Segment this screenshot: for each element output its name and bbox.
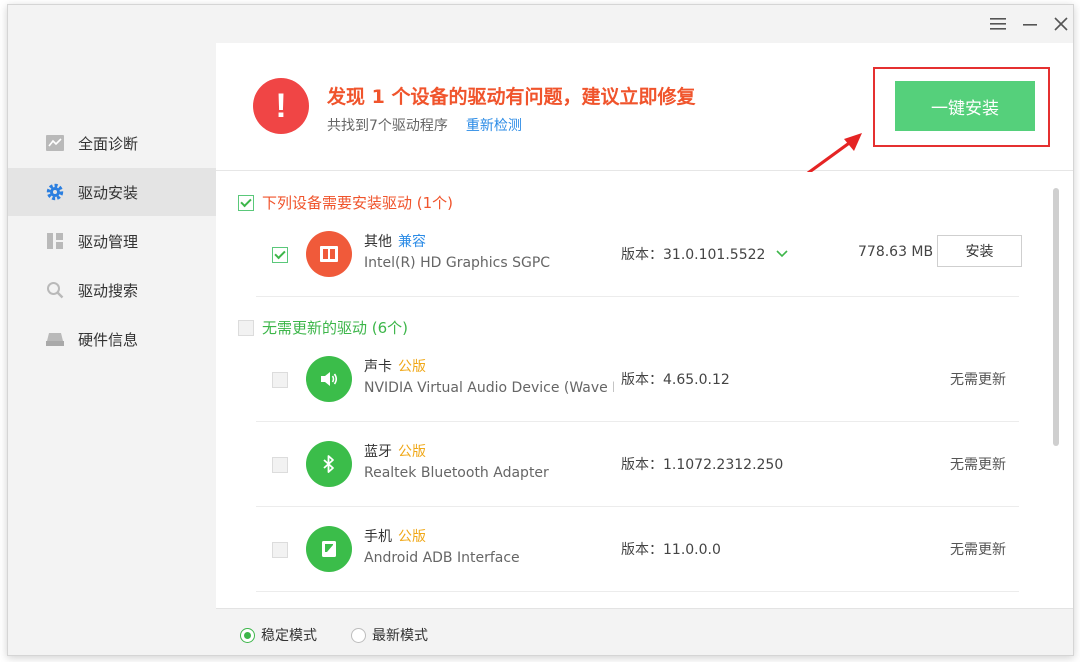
radio-latest[interactable] bbox=[351, 627, 366, 643]
driver-status: 无需更新 bbox=[950, 542, 1006, 558]
install-all-button[interactable]: 一键安装 bbox=[895, 81, 1035, 131]
sidebar-item-label: 全面诊断 bbox=[78, 134, 139, 153]
title-bar bbox=[216, 5, 1073, 43]
sidebar-item-label: 驱动管理 bbox=[78, 232, 139, 251]
mode-latest-label: 最新模式 bbox=[372, 628, 428, 644]
driver-tag: 公版 bbox=[398, 359, 426, 375]
footer-bar: 稳定模式 最新模式 bbox=[216, 608, 1073, 655]
gear-icon bbox=[46, 183, 64, 201]
minimize-icon[interactable] bbox=[1019, 13, 1041, 35]
driver-tag: 公版 bbox=[398, 529, 426, 545]
driver-name: Android ADB Interface bbox=[364, 550, 520, 566]
driver-size: 778.63 MB bbox=[858, 244, 934, 260]
sidebar-item-hardware-info[interactable]: 硬件信息 bbox=[8, 315, 216, 363]
mode-stable-option[interactable]: 稳定模式 bbox=[240, 625, 317, 645]
hardware-icon bbox=[46, 330, 64, 348]
driver-type-label: 其他 bbox=[364, 234, 392, 250]
list-item: 蓝牙 公版 Realtek Bluetooth Adapter 版本：1.1072… bbox=[256, 423, 1019, 507]
list-item: 声卡公版 NVIDIA Virtual Audio Device (Wave E… bbox=[256, 338, 1019, 422]
driver-status: 无需更新 bbox=[950, 457, 1006, 473]
driver-checkbox[interactable] bbox=[272, 457, 288, 473]
driver-app-window: 全面诊断 驱动安装 驱动管理 驱动搜索 硬件信息 ! 发现 1 个设备的驱动有问… bbox=[7, 4, 1074, 656]
phone-icon bbox=[306, 526, 352, 572]
alert-subtitle: 共找到7个驱动程序 重新检测 bbox=[327, 115, 522, 135]
driver-count-text: 共找到7个驱动程序 bbox=[327, 118, 448, 134]
driver-checkbox[interactable] bbox=[272, 372, 288, 388]
diagnosis-icon bbox=[46, 134, 64, 152]
list-item: 其他 兼容 Intel(R) HD Graphics SGPC 版本：31.0.1… bbox=[256, 213, 1022, 297]
driver-version: 版本：31.0.101.5522 bbox=[621, 247, 766, 263]
driver-type-label: 声卡 bbox=[364, 359, 392, 375]
grid-icon bbox=[46, 232, 64, 250]
section-need-install[interactable]: 下列设备需要安装驱动 (1个) bbox=[238, 192, 453, 213]
driver-name: NVIDIA Virtual Audio Device (Wave Extens… bbox=[364, 380, 614, 396]
chevron-down-icon[interactable] bbox=[776, 243, 788, 262]
close-icon[interactable] bbox=[1050, 13, 1072, 35]
sidebar: 全面诊断 驱动安装 驱动管理 驱动搜索 硬件信息 bbox=[8, 5, 216, 655]
sidebar-item-label: 硬件信息 bbox=[78, 330, 139, 349]
bluetooth-icon bbox=[306, 441, 352, 487]
driver-tag: 公版 bbox=[398, 444, 426, 460]
sidebar-item-driver-manage[interactable]: 驱动管理 bbox=[8, 217, 216, 265]
mode-latest-option[interactable]: 最新模式 bbox=[351, 625, 428, 645]
display-icon bbox=[306, 231, 352, 277]
driver-type-label: 手机 bbox=[364, 529, 392, 545]
menu-icon[interactable] bbox=[987, 13, 1009, 35]
driver-status: 无需更新 bbox=[950, 372, 1006, 388]
driver-name: Realtek Bluetooth Adapter bbox=[364, 465, 549, 481]
driver-type: 手机 公版 bbox=[364, 526, 426, 546]
alert-title: 发现 1 个设备的驱动有问题，建议立即修复 bbox=[327, 86, 696, 108]
driver-list: 下列设备需要安装驱动 (1个) 其他 兼容 Intel(R) HD Graphic… bbox=[216, 172, 1073, 608]
sidebar-item-driver-install[interactable]: 驱动安装 bbox=[8, 168, 216, 216]
speaker-icon bbox=[306, 356, 352, 402]
driver-checkbox[interactable] bbox=[272, 542, 288, 558]
sidebar-item-diagnosis[interactable]: 全面诊断 bbox=[8, 119, 216, 167]
sidebar-item-driver-search[interactable]: 驱动搜索 bbox=[8, 266, 216, 314]
driver-version: 版本：1.1072.2312.250 bbox=[621, 457, 784, 473]
section-checkbox[interactable] bbox=[238, 319, 254, 336]
sidebar-item-label: 驱动安装 bbox=[78, 183, 139, 202]
driver-version: 版本：11.0.0.0 bbox=[621, 542, 721, 558]
highlight-box: 一键安装 bbox=[873, 67, 1050, 147]
section-no-update[interactable]: 无需更新的驱动 (6个) bbox=[238, 317, 408, 338]
mode-stable-label: 稳定模式 bbox=[261, 628, 317, 644]
driver-name: Intel(R) HD Graphics SGPC bbox=[364, 255, 551, 271]
sidebar-item-label: 驱动搜索 bbox=[78, 281, 139, 300]
driver-type: 声卡 公版 bbox=[364, 356, 426, 376]
driver-tag: 兼容 bbox=[398, 234, 426, 250]
driver-type: 其他 兼容 bbox=[364, 231, 426, 251]
rescan-link[interactable]: 重新检测 bbox=[466, 118, 522, 134]
search-icon bbox=[46, 281, 64, 299]
driver-checkbox[interactable] bbox=[272, 247, 288, 263]
driver-version: 版本：4.65.0.12 bbox=[621, 372, 730, 388]
driver-type-label: 蓝牙 bbox=[364, 444, 392, 460]
driver-type: 蓝牙 公版 bbox=[364, 441, 426, 461]
scrollbar[interactable] bbox=[1053, 188, 1059, 446]
list-item: 手机 公版 Android ADB Interface 版本：11.0.0.0 无… bbox=[256, 508, 1019, 592]
status-header: ! 发现 1 个设备的驱动有问题，建议立即修复 共找到7个驱动程序 重新检测 一键… bbox=[216, 43, 1073, 171]
alert-icon: ! bbox=[253, 78, 309, 134]
section-title: 无需更新的驱动 (6个) bbox=[262, 319, 409, 337]
section-checkbox[interactable] bbox=[238, 194, 254, 211]
section-title: 下列设备需要安装驱动 (1个) bbox=[262, 194, 454, 212]
radio-stable[interactable] bbox=[240, 627, 255, 643]
install-button[interactable]: 安装 bbox=[937, 235, 1022, 267]
